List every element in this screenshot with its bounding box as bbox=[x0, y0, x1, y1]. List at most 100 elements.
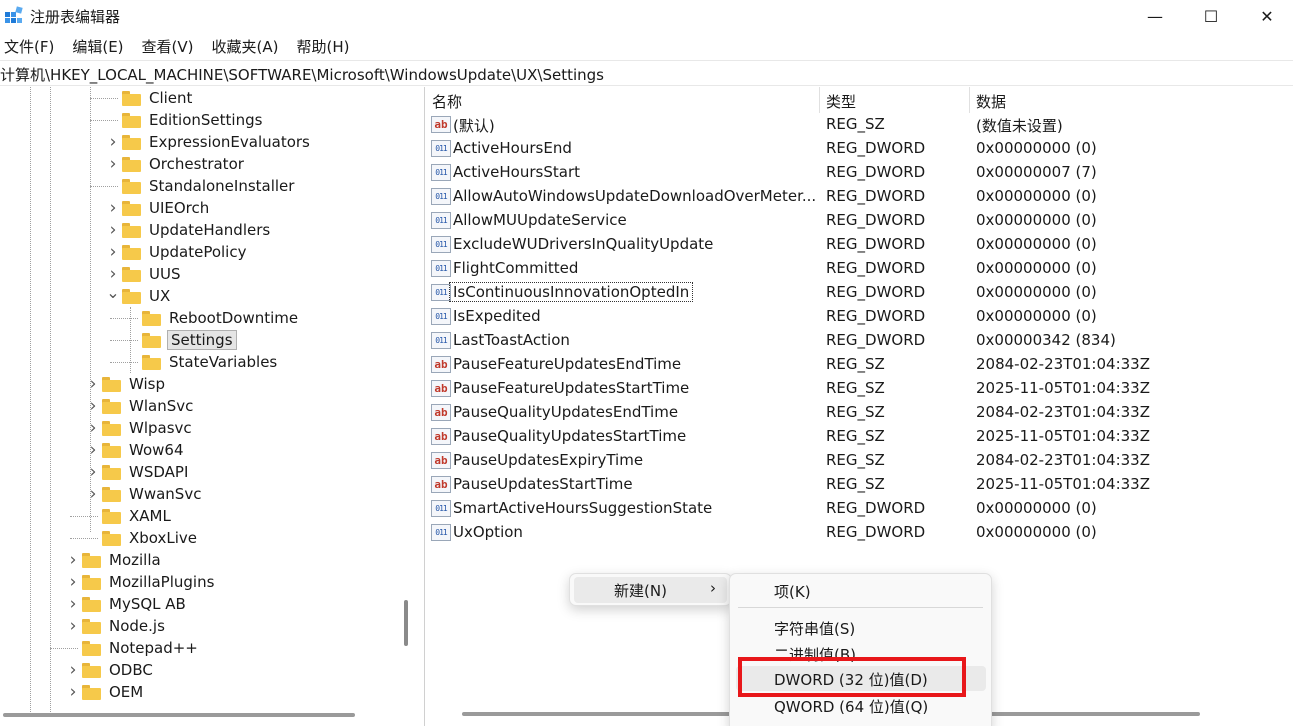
tree-item[interactable]: XAML bbox=[84, 505, 173, 527]
chevron-right-icon[interactable]: › bbox=[84, 484, 102, 504]
tree-item[interactable]: › Wlpasvc bbox=[84, 417, 194, 439]
value-row[interactable]: ab PauseFeatureUpdatesEndTime REG_SZ 2084-0… bbox=[426, 353, 1293, 377]
tree-item[interactable]: StandaloneInstaller bbox=[104, 175, 296, 197]
chevron-right-icon[interactable]: › bbox=[104, 220, 122, 240]
value-row[interactable]: ab PauseFeatureUpdatesStartTime REG_SZ 2025… bbox=[426, 377, 1293, 401]
value-row[interactable]: ab PauseUpdatesExpiryTime REG_SZ 2084-02-23… bbox=[426, 449, 1293, 473]
tree-item[interactable]: XboxLive bbox=[84, 527, 199, 549]
tree-item[interactable]: › UpdatePolicy bbox=[104, 241, 248, 263]
tree-item[interactable]: › WSDAPI bbox=[84, 461, 190, 483]
tree-item[interactable]: Notepad++ bbox=[64, 637, 200, 659]
tree-item[interactable]: › Node.js bbox=[64, 615, 167, 637]
tree-item-label: WSDAPI bbox=[129, 463, 189, 481]
value-name: PauseFeatureUpdatesEndTime bbox=[453, 355, 681, 373]
chevron-right-icon[interactable]: › bbox=[84, 418, 102, 438]
column-data-header[interactable]: 数据 bbox=[976, 91, 1006, 112]
column-type-header[interactable]: 类型 bbox=[826, 91, 856, 112]
tree-item[interactable]: › MozillaPlugins bbox=[64, 571, 216, 593]
chevron-right-icon[interactable]: › bbox=[84, 462, 102, 482]
chevron-right-icon[interactable]: › bbox=[64, 616, 82, 636]
menu-file[interactable]: 文件(F) bbox=[0, 34, 54, 58]
chevron-right-icon[interactable]: › bbox=[104, 264, 122, 284]
chevron-right-icon[interactable]: › bbox=[104, 154, 122, 174]
chevron-right-icon[interactable]: › bbox=[64, 550, 82, 570]
chevron-right-icon[interactable]: › bbox=[104, 198, 122, 218]
chevron-right-icon[interactable]: › bbox=[64, 572, 82, 592]
chevron-right-icon[interactable]: › bbox=[84, 396, 102, 416]
value-row[interactable]: ab PauseUpdatesStartTime REG_SZ 2025-11-05T… bbox=[426, 473, 1293, 497]
value-name: PauseUpdatesExpiryTime bbox=[453, 451, 643, 469]
chevron-right-icon[interactable]: › bbox=[84, 374, 102, 394]
value-row[interactable]: 011 IsContinuousInnovationOptedIn REG_DWOR… bbox=[426, 281, 1293, 305]
tree-item[interactable]: › Wow64 bbox=[84, 439, 186, 461]
value-row[interactable]: 011 ActiveHoursEnd REG_DWORD 0x00000000 (0) bbox=[426, 137, 1293, 161]
key-tree[interactable]: Client EditionSettings › ExpressionEvaluato… bbox=[0, 87, 418, 712]
chevron-right-icon[interactable]: › bbox=[64, 682, 82, 702]
column-name-header[interactable]: 名称 bbox=[432, 91, 462, 112]
value-row[interactable]: 011 ActiveHoursStart REG_DWORD 0x00000007 (… bbox=[426, 161, 1293, 185]
value-row[interactable]: 011 IsExpedited REG_DWORD 0x00000000 (0) bbox=[426, 305, 1293, 329]
chevron-down-icon[interactable]: ⌄ bbox=[104, 283, 122, 302]
menu-favorites[interactable]: 收藏夹(A) bbox=[208, 34, 279, 58]
chevron-right-icon[interactable]: › bbox=[64, 594, 82, 614]
tree-item[interactable]: › Wisp bbox=[84, 373, 167, 395]
value-row[interactable]: 011 ExcludeWUDriversInQualityUpdate REG_DW… bbox=[426, 233, 1293, 257]
tree-item[interactable]: Client bbox=[104, 87, 194, 109]
submenu-item-string-value[interactable]: 字符串值(S) bbox=[774, 618, 855, 639]
minimize-button[interactable]: — bbox=[1127, 0, 1183, 32]
tree-item[interactable]: › ODBC bbox=[64, 659, 155, 681]
folder-icon bbox=[102, 508, 121, 524]
tree-item[interactable]: › ExpressionEvaluators bbox=[104, 131, 312, 153]
value-row[interactable]: 011 FlightCommitted REG_DWORD 0x00000000 (0… bbox=[426, 257, 1293, 281]
tree-item-label: ODBC bbox=[109, 661, 153, 679]
folder-icon bbox=[142, 332, 161, 348]
value-row[interactable]: 011 AllowMUUpdateService REG_DWORD 0x000000… bbox=[426, 209, 1293, 233]
column-separator[interactable] bbox=[969, 87, 970, 113]
menu-item-new[interactable]: 新建(N) › bbox=[574, 577, 727, 603]
highlight-annotation-box bbox=[738, 657, 966, 697]
value-row[interactable]: 011 SmartActiveHoursSuggestionState REG_DW… bbox=[426, 497, 1293, 521]
value-name: PauseQualityUpdatesEndTime bbox=[453, 403, 678, 421]
maximize-button[interactable]: ☐ bbox=[1183, 0, 1239, 32]
pane-splitter[interactable] bbox=[424, 87, 425, 726]
value-row[interactable]: 011 AllowAutoWindowsUpdateDownloadOverMet… bbox=[426, 185, 1293, 209]
tree-item[interactable]: › WwanSvc bbox=[84, 483, 203, 505]
value-data: 0x00000000 (0) bbox=[976, 523, 1097, 541]
tree-horizontal-scrollbar[interactable] bbox=[3, 713, 355, 717]
column-separator[interactable] bbox=[819, 87, 820, 113]
value-name-text: LastToastAction bbox=[453, 331, 570, 349]
close-button[interactable]: ✕ bbox=[1239, 0, 1293, 32]
address-bar[interactable]: 计算机\HKEY_LOCAL_MACHINE\SOFTWARE\Microsof… bbox=[0, 60, 1293, 86]
menu-view[interactable]: 查看(V) bbox=[138, 34, 194, 58]
submenu-item-qword-value[interactable]: QWORD (64 位)值(Q) bbox=[774, 696, 928, 717]
menu-help[interactable]: 帮助(H) bbox=[292, 34, 349, 58]
chevron-right-icon[interactable]: › bbox=[104, 242, 122, 262]
tree-item[interactable]: › MySQL AB bbox=[64, 593, 188, 615]
value-row[interactable]: 011 UxOption REG_DWORD 0x00000000 (0) bbox=[426, 521, 1293, 545]
value-name: PauseQualityUpdatesStartTime bbox=[453, 427, 686, 445]
tree-item[interactable]: › Mozilla bbox=[64, 549, 163, 571]
tree-item[interactable]: Settings bbox=[124, 329, 237, 351]
tree-item[interactable]: › OEM bbox=[64, 681, 145, 703]
chevron-right-icon[interactable]: › bbox=[84, 440, 102, 460]
tree-item[interactable]: › UpdateHandlers bbox=[104, 219, 272, 241]
tree-item[interactable]: › Orchestrator bbox=[104, 153, 246, 175]
value-name-text: UxOption bbox=[453, 523, 523, 541]
submenu-item-key[interactable]: 项(K) bbox=[774, 581, 811, 602]
value-data: 2084-02-23T01:04:33Z bbox=[976, 403, 1150, 421]
value-data: 2084-02-23T01:04:33Z bbox=[976, 451, 1150, 469]
tree-item[interactable]: ⌄ UX bbox=[104, 283, 172, 307]
tree-item[interactable]: › WlanSvc bbox=[84, 395, 195, 417]
tree-item[interactable]: › UIEOrch bbox=[104, 197, 211, 219]
value-row[interactable]: 011 LastToastAction REG_DWORD 0x00000342 (8… bbox=[426, 329, 1293, 353]
tree-vertical-scrollbar[interactable] bbox=[404, 600, 408, 646]
chevron-right-icon[interactable]: › bbox=[64, 660, 82, 680]
tree-item[interactable]: StateVariables bbox=[124, 351, 279, 373]
value-row[interactable]: ab PauseQualityUpdatesEndTime REG_SZ 2084-0… bbox=[426, 401, 1293, 425]
value-row[interactable]: ab (默认) REG_SZ (数值未设置) bbox=[426, 113, 1293, 137]
tree-item[interactable]: EditionSettings bbox=[104, 109, 264, 131]
menu-edit[interactable]: 编辑(E) bbox=[68, 34, 123, 58]
value-row[interactable]: ab PauseQualityUpdatesStartTime REG_SZ 2025… bbox=[426, 425, 1293, 449]
chevron-right-icon[interactable]: › bbox=[104, 132, 122, 152]
tree-item[interactable]: RebootDowntime bbox=[124, 307, 300, 329]
